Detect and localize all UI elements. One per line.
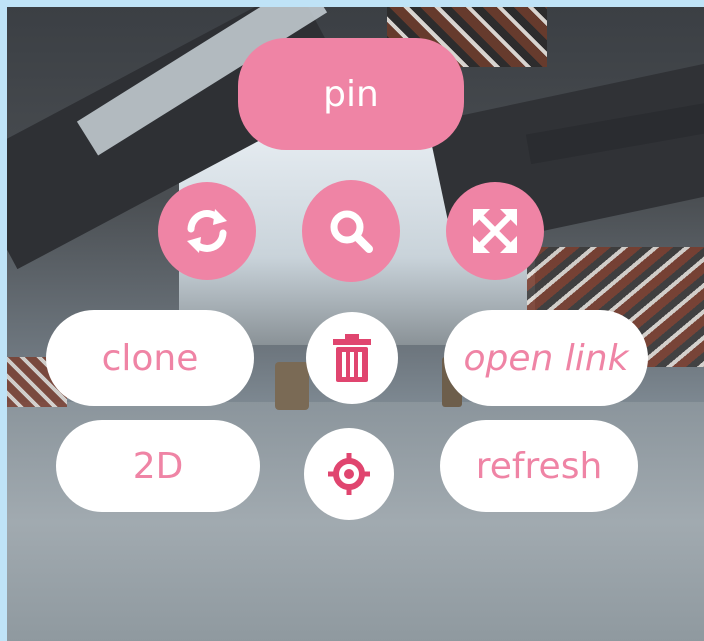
clone-label: clone xyxy=(101,337,199,379)
pin-label: pin xyxy=(323,73,379,115)
open-link-button[interactable]: open link xyxy=(444,310,648,406)
expand-icon xyxy=(473,209,517,253)
two-d-label: 2D xyxy=(132,445,184,487)
two-d-button[interactable]: 2D xyxy=(56,420,260,512)
trash-icon xyxy=(333,334,371,382)
refresh-label: refresh xyxy=(475,445,603,487)
delete-button[interactable] xyxy=(306,312,398,404)
search-button[interactable] xyxy=(302,180,400,282)
rotate-icon xyxy=(187,209,227,253)
search-icon xyxy=(330,210,373,253)
crosshair-icon xyxy=(328,453,370,495)
refresh-button[interactable]: refresh xyxy=(440,420,638,512)
rotate-button[interactable] xyxy=(158,182,256,280)
recenter-button[interactable] xyxy=(304,428,394,520)
expand-button[interactable] xyxy=(446,182,544,280)
scene-chair xyxy=(275,362,309,410)
pin-button[interactable]: pin xyxy=(238,38,464,150)
clone-button[interactable]: clone xyxy=(46,310,254,406)
open-link-label: open link xyxy=(463,337,629,379)
